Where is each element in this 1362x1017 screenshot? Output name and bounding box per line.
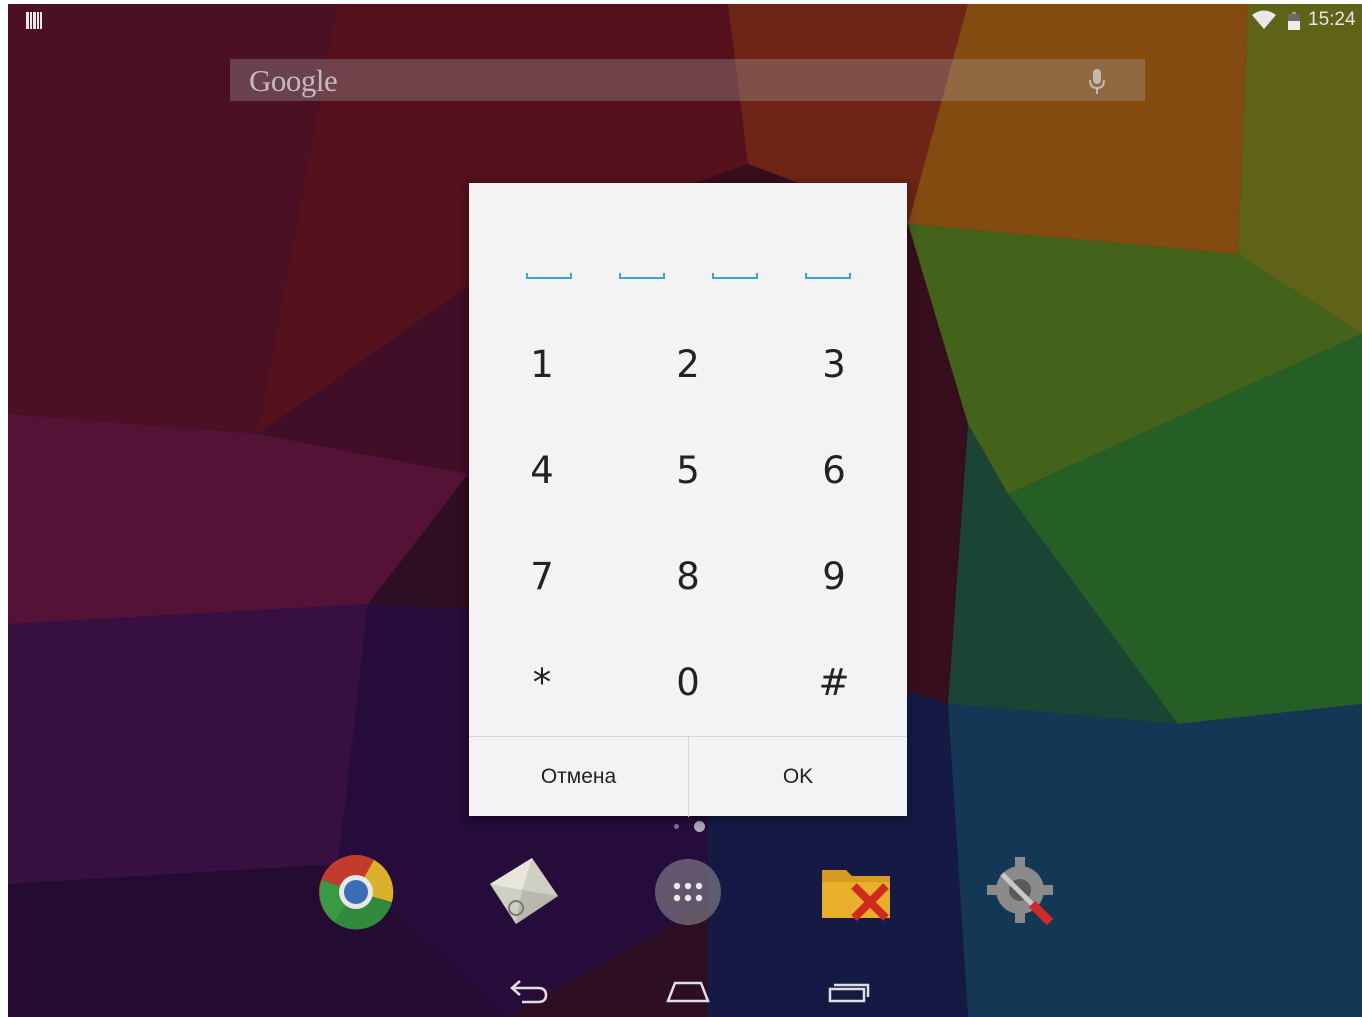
key-8[interactable]: 8 (615, 523, 761, 629)
home-icon[interactable] (665, 977, 711, 1005)
pin-slot (526, 273, 572, 279)
navigation-bar (8, 969, 1362, 1017)
file-manager-icon[interactable] (816, 852, 896, 932)
email-icon[interactable] (482, 852, 562, 932)
status-clock: 15:24 (1308, 9, 1356, 30)
status-bar: 15:24 (8, 4, 1362, 38)
key-9[interactable]: 9 (761, 523, 907, 629)
battery-icon (1288, 12, 1300, 30)
key-0[interactable]: 0 (615, 629, 761, 735)
key-2[interactable]: 2 (615, 311, 761, 417)
pin-entry-dialog: 1 2 3 4 5 6 7 8 9 * 0 # Отмена OK (469, 183, 907, 817)
pin-slot (712, 273, 758, 279)
pin-slot (805, 273, 851, 279)
ok-button[interactable]: OK (689, 737, 907, 817)
key-1[interactable]: 1 (469, 311, 615, 417)
key-hash[interactable]: # (761, 629, 907, 735)
google-search-bar[interactable]: Google (230, 59, 1145, 101)
dialog-button-bar: Отмена OK (469, 736, 907, 817)
key-3[interactable]: 3 (761, 311, 907, 417)
notification-icon[interactable] (26, 12, 42, 29)
page-dot-active (694, 821, 705, 832)
app-drawer-icon[interactable] (648, 852, 728, 932)
recents-icon[interactable] (826, 977, 870, 1005)
google-logo: Google (249, 63, 338, 98)
back-icon[interactable] (508, 977, 550, 1005)
wifi-icon (1252, 10, 1276, 29)
settings-tools-icon[interactable] (980, 852, 1060, 932)
mic-icon[interactable] (1089, 69, 1105, 95)
pin-slot (619, 273, 665, 279)
chrome-icon[interactable] (316, 852, 396, 932)
key-5[interactable]: 5 (615, 417, 761, 523)
key-6[interactable]: 6 (761, 417, 907, 523)
key-star[interactable]: * (469, 629, 615, 735)
page-dot (674, 824, 679, 829)
cancel-button[interactable]: Отмена (469, 737, 688, 817)
key-7[interactable]: 7 (469, 523, 615, 629)
key-4[interactable]: 4 (469, 417, 615, 523)
